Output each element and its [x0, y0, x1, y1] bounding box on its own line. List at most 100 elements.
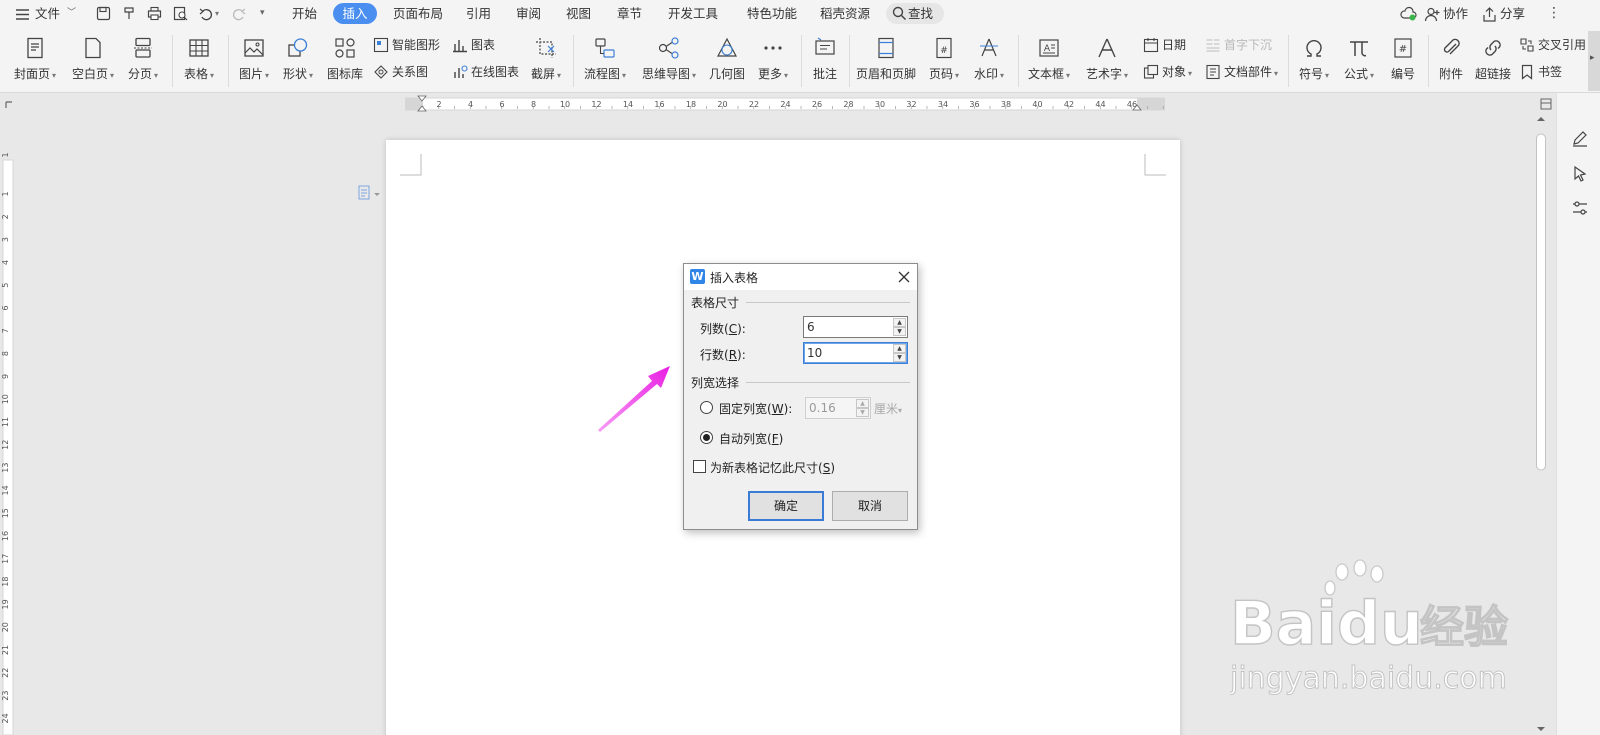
vertical-ruler[interactable]: 1123456789101112131415161718192021222324: [0, 112, 16, 735]
fixed-width-label[interactable]: 固定列宽(W):: [719, 400, 792, 417]
comment-button[interactable]: 批注: [808, 33, 842, 89]
file-menu[interactable]: 文件: [35, 3, 60, 24]
bookmark-button[interactable]: 书签: [1519, 62, 1562, 82]
chart-button[interactable]: 图表: [452, 35, 495, 55]
auto-width-radio[interactable]: [700, 431, 713, 444]
tab-5[interactable]: 视图: [566, 3, 591, 24]
remember-size-label[interactable]: 为新表格记忆此尺寸(S): [710, 459, 835, 476]
wordart-button[interactable]: 艺术字: [1082, 33, 1132, 89]
hyperlink-button[interactable]: 超链接: [1472, 33, 1514, 89]
watermark-button[interactable]: 水印: [970, 33, 1008, 89]
attachment-button[interactable]: 附件: [1434, 33, 1468, 89]
cloud-sync-icon[interactable]: [1400, 5, 1417, 22]
rows-stepper[interactable]: ▲ ▼: [803, 342, 908, 364]
collab-button[interactable]: 协作: [1424, 3, 1468, 24]
share-button[interactable]: 分享: [1481, 3, 1525, 24]
ruler-tick-label: 30: [875, 100, 885, 109]
dialog-title-bar[interactable]: W 插入表格: [684, 264, 917, 290]
mindmap-button[interactable]: 思维导图: [639, 33, 699, 89]
icon-library-button[interactable]: 图标库: [325, 33, 365, 89]
online-chart-button[interactable]: 在线图表: [452, 62, 519, 82]
icon-library-icon: [335, 38, 355, 58]
page-number-button[interactable]: # 页码: [925, 33, 963, 89]
scrollbar-thumb[interactable]: [1536, 133, 1546, 471]
scroll-up-icon[interactable]: [1537, 117, 1545, 121]
fixed-width-decrement-icon[interactable]: ▼: [856, 408, 869, 417]
tab-4[interactable]: 审阅: [516, 3, 541, 24]
screenshot-button[interactable]: 截屏: [528, 33, 564, 89]
rows-input[interactable]: [807, 345, 877, 361]
cover-page-button[interactable]: 封面页: [12, 33, 58, 89]
columns-increment-icon[interactable]: ▲: [893, 318, 906, 327]
ruler-corner-icon[interactable]: [4, 100, 14, 110]
more-options-icon[interactable]: ⋮: [1547, 3, 1561, 24]
relation-chart-button[interactable]: 关系图: [373, 62, 428, 82]
flowchart-button[interactable]: 流程图: [581, 33, 629, 89]
tab-2[interactable]: 页面布局: [393, 3, 443, 24]
customize-toolbar-icon[interactable]: ▾: [260, 3, 265, 24]
picture-button[interactable]: 图片: [236, 33, 272, 89]
scroll-down-icon[interactable]: [1537, 727, 1545, 731]
columns-stepper[interactable]: ▲ ▼: [803, 316, 908, 338]
cross-reference-button[interactable]: 交叉引用: [1519, 35, 1586, 55]
unit-select[interactable]: 厘米▾: [874, 400, 902, 417]
rows-increment-icon[interactable]: ▲: [893, 344, 906, 353]
numbering-button[interactable]: # 编号: [1386, 33, 1420, 89]
screenshot-icon: [536, 38, 556, 58]
paragraph-layout-icon[interactable]: [358, 185, 384, 201]
shape-button[interactable]: 形状: [280, 33, 316, 89]
ok-button[interactable]: 确定: [748, 491, 824, 521]
tab-0[interactable]: 开始: [292, 3, 317, 24]
geometry-button[interactable]: 几何图: [708, 33, 746, 89]
columns-input[interactable]: [807, 319, 877, 335]
fixed-width-increment-icon[interactable]: ▲: [856, 399, 869, 408]
rows-label: 行数(R):: [700, 348, 746, 362]
remember-size-checkbox[interactable]: [693, 460, 706, 473]
vertical-scrollbar[interactable]: [1534, 114, 1548, 735]
page-break-button[interactable]: 分页: [126, 33, 160, 89]
blank-page-button[interactable]: 空白页: [70, 33, 116, 89]
fixed-width-stepper[interactable]: ▲ ▼: [805, 397, 871, 419]
object-button[interactable]: 对象: [1143, 62, 1192, 82]
tab-6[interactable]: 章节: [617, 3, 642, 24]
more-button[interactable]: 更多: [755, 33, 791, 89]
redo-icon[interactable]: [230, 5, 247, 22]
symbol-button[interactable]: 符号: [1295, 33, 1333, 89]
table-button[interactable]: 表格: [181, 33, 217, 89]
undo-dropdown-icon[interactable]: ▾: [215, 3, 219, 24]
smart-shape-button[interactable]: 智能图形: [373, 35, 440, 55]
select-cursor-icon[interactable]: [1571, 165, 1589, 183]
close-icon[interactable]: [896, 269, 912, 285]
tab-8[interactable]: 特色功能: [747, 3, 797, 24]
page-number-icon: #: [936, 37, 952, 59]
hamburger-menu-icon[interactable]: [14, 6, 31, 23]
tab-9[interactable]: 稻壳资源: [820, 3, 870, 24]
date-button[interactable]: 日期: [1143, 35, 1186, 55]
auto-width-label[interactable]: 自动列宽(F): [719, 430, 783, 447]
tab-3[interactable]: 引用: [466, 3, 491, 24]
horizontal-ruler[interactable]: 2 4 6 8 10 12 14 16 18 20 22 24 26 28 30 32 34 36 38 40 42 44…: [405, 95, 1165, 112]
search-box[interactable]: 查找: [886, 3, 944, 24]
formula-button[interactable]: 公式: [1340, 33, 1378, 89]
tab-1[interactable]: 插入: [333, 3, 377, 24]
textbox-button[interactable]: A 文本框: [1024, 33, 1074, 89]
fixed-width-input[interactable]: [809, 400, 854, 416]
cancel-button[interactable]: 取消: [832, 491, 908, 521]
print-preview-icon[interactable]: [172, 5, 189, 22]
tab-7[interactable]: 开发工具: [668, 3, 718, 24]
chevron-down-icon[interactable]: ﹀: [67, 3, 76, 24]
split-view-icon[interactable]: [1540, 98, 1552, 110]
fixed-width-radio[interactable]: [700, 401, 713, 414]
settings-sliders-icon[interactable]: [1571, 199, 1589, 217]
print-icon[interactable]: [146, 5, 163, 22]
format-painter-icon[interactable]: [121, 5, 138, 22]
header-footer-button[interactable]: 页眉和页脚: [855, 33, 917, 89]
ribbon-scroll-right[interactable]: ▸: [1588, 31, 1600, 91]
drop-cap-button[interactable]: 首字下沉: [1205, 35, 1272, 55]
pen-edit-icon[interactable]: [1571, 129, 1589, 147]
columns-decrement-icon[interactable]: ▼: [893, 327, 906, 336]
save-icon[interactable]: [95, 5, 112, 22]
rows-decrement-icon[interactable]: ▼: [893, 353, 906, 362]
doc-parts-button[interactable]: 文档部件: [1205, 62, 1278, 82]
undo-icon[interactable]: [198, 5, 215, 22]
